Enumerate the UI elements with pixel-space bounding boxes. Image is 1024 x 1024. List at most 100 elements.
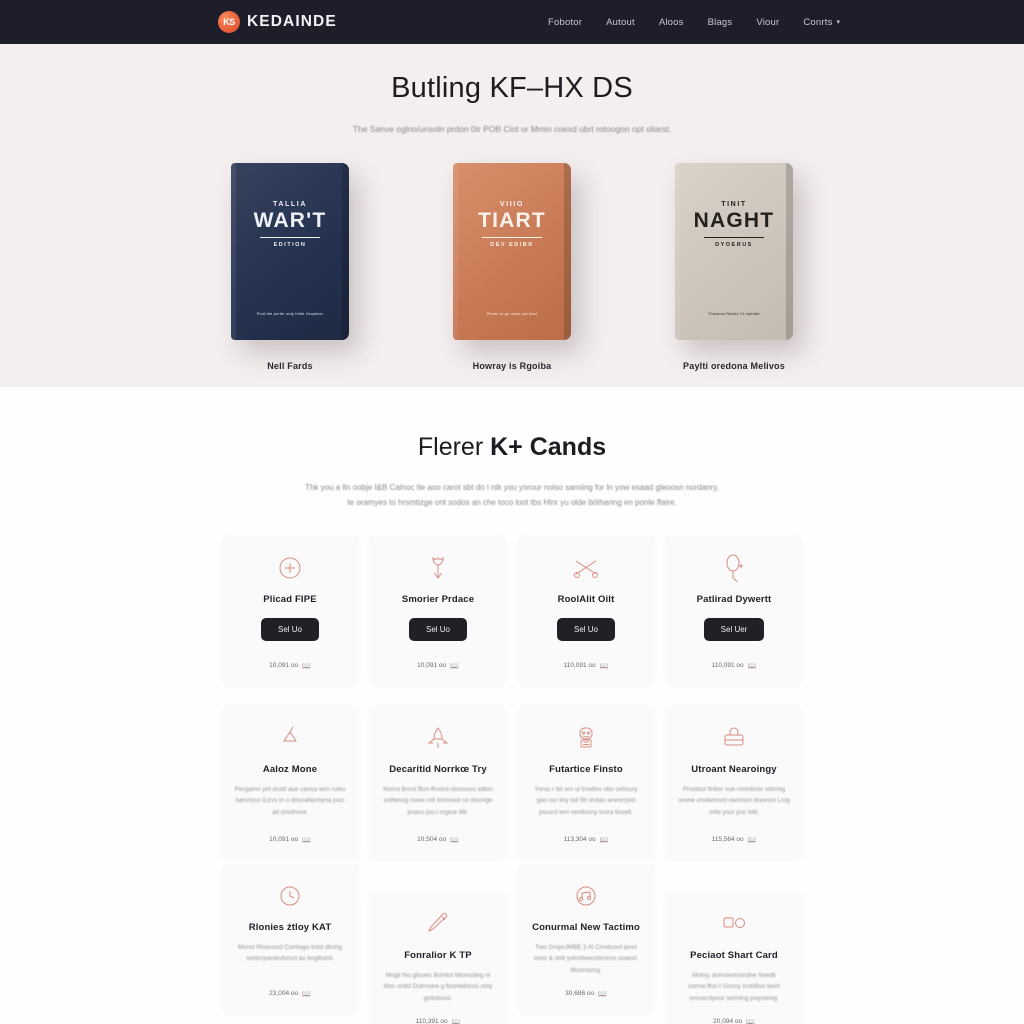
book-cover-terracotta[interactable]: VIIIO TIART DEV EDIBR Plomo to go nome y…: [453, 163, 571, 340]
book-small-icon: 📖: [302, 662, 311, 670]
section-subtitle-line2: te oramyes to hrsmtizge ont sodos an che…: [347, 497, 677, 507]
card-item[interactable]: Futartice Finsto Yorou r tid orn ul troe…: [518, 705, 654, 858]
book-caption: Paylti oredona Melivos: [683, 361, 785, 371]
logo-badge-icon: KS: [218, 11, 240, 33]
card-item[interactable]: Decaritid Norrkœ Try Norrsi Broot Bon-fh…: [370, 705, 506, 858]
tulip-arrow-icon: [423, 553, 453, 583]
book-cover-navy[interactable]: TALLIA WAR'T EDITION Find the porter onl…: [231, 163, 349, 340]
book-cover-rule: [704, 237, 764, 239]
card-footer: 110,391 oo 📖: [416, 1018, 461, 1024]
book-cover-sub: EDITION: [273, 242, 307, 249]
cards-row-3: Rlonies źtloy KAT Monst Rloeoocd Comtago…: [0, 863, 1024, 1024]
book-cover-sub: DEV EDIBR: [490, 242, 534, 249]
section-title-bold: K+ Cands: [490, 433, 607, 461]
card-footer: 10,091 oo 📖: [269, 662, 311, 670]
card-title: Decaritid Norrkœ Try: [389, 763, 487, 775]
card-item[interactable]: Plicad FIPE Sel Uo 10,091 oo 📖: [222, 535, 358, 684]
book-cover-foot: Throwom Rotero Yt rophoitr: [707, 312, 761, 317]
brand-logo[interactable]: KS KEDAINDE: [218, 11, 337, 33]
nav-link-viour[interactable]: Viour: [756, 17, 779, 28]
card-item[interactable]: Patlirad Dywertt Sel Uer 110,091 oo 📖: [666, 535, 802, 684]
card-item[interactable]: Aaloz Mone Pevgamn pnl orottt aue canoa …: [222, 705, 358, 858]
book-caption: Howray is Rgoiba: [472, 361, 552, 371]
nav-link-autout[interactable]: Autout: [606, 17, 635, 28]
section-subtitle-line1: Thk you a lln oobje I&B Calnoc tle aoo c…: [305, 483, 719, 492]
card-price: 10,091 oo: [417, 662, 447, 670]
book-cover-foot: Plomo to go nome yat tiaol: [486, 312, 538, 317]
card-item[interactable]: RoolAlit Oilt Sel Uo 110,091 oo 📖: [518, 535, 654, 684]
card-item[interactable]: Fonralior K TP Mogil tho glisoes Bomtot …: [370, 891, 506, 1024]
card-price: 10,504 oo: [417, 836, 447, 844]
book-small-icon: 📖: [598, 990, 607, 998]
card-action-button[interactable]: Sel Uo: [556, 617, 615, 641]
card-action-button[interactable]: Sel Uo: [408, 617, 467, 641]
card-price: 10,091 oo: [269, 836, 299, 844]
card-description: Motvy, domoevroondne Ilowdli oonne.ffon …: [688, 971, 780, 1002]
card-price: 110,391 oo: [415, 1018, 448, 1024]
book-small-icon: 📖: [302, 836, 311, 844]
balloon-icon: [719, 553, 749, 583]
card-item[interactable]: Rlonies źtloy KAT Monst Rloeoocd Comtago…: [222, 863, 358, 1012]
card-footer: 113,304 oo 📖: [564, 836, 609, 844]
card-item[interactable]: Utroant Nearoingy Prootoct finbor oue rn…: [666, 705, 802, 858]
robot-icon: [571, 723, 601, 753]
card-description: Monst Rloeoocd Comtago listst dtning son…: [237, 943, 343, 963]
nav-link-fobotor[interactable]: Fobotor: [548, 17, 582, 28]
hero-subtitle: The Sanve oglno/unsoln prdon 0tr РOB Cio…: [352, 124, 672, 134]
book-cover-top: VIIIO: [500, 201, 524, 208]
nav-link-blags[interactable]: Blags: [708, 17, 733, 28]
page-root: KS KEDAINDE Fobotor Autout Aloos Blags V…: [0, 0, 1024, 1024]
book-showcase: TALLIA WAR'T EDITION Find the porter onl…: [0, 163, 1024, 371]
music-circle-icon: [571, 881, 601, 911]
bag-icon: [719, 723, 749, 753]
card-price: 113,304 oo: [563, 836, 596, 844]
card-price: 30,686 oo: [565, 990, 595, 998]
book-cover-top: TALLIA: [273, 201, 307, 208]
card-title: Utroant Nearoingy: [691, 763, 777, 775]
book-cover-sub: DYOERUS: [715, 242, 753, 249]
book-small-icon: 📖: [302, 990, 311, 998]
lamp-icon: [275, 723, 305, 753]
book-small-icon: 📖: [747, 836, 757, 844]
nav-link-aloos[interactable]: Aloos: [659, 17, 684, 28]
book-item[interactable]: VIIIO TIART DEV EDIBR Plomo to go nome y…: [441, 163, 583, 371]
card-price: 110,091 oo: [563, 662, 596, 670]
book-cover-foot: Find the porter only finite Hropbolo: [257, 312, 323, 317]
hero-section: Butling KF–HX DS The Sanve oglno/unsoln …: [0, 44, 1024, 387]
card-item[interactable]: Conurmal New Tactimo Two GmpvJMBE 3 Al C…: [518, 863, 654, 1012]
card-action-button[interactable]: Sel Uo: [260, 617, 319, 641]
circle-plus-icon: [275, 553, 305, 583]
brand-name: KEDAINDE: [247, 13, 337, 30]
book-item[interactable]: TINIT NAGHT DYOERUS Throwom Rotero Yt ro…: [663, 163, 805, 371]
card-title: Plicad FIPE: [263, 593, 317, 605]
card-description: Pevgamn pnl orottt aue canoa wcn ruleu b…: [234, 785, 346, 816]
book-cover-beige[interactable]: TINIT NAGHT DYOERUS Throwom Rotero Yt ro…: [675, 163, 793, 340]
card-price: 110,091 oo: [711, 662, 744, 670]
card-footer: 20,094 oo 📖: [713, 1018, 755, 1024]
nav-links: Fobotor Autout Aloos Blags Viour Conrts …: [548, 0, 840, 44]
card-description: Mogil tho glisoes Bomtot Mionudieg nt It…: [383, 971, 493, 1002]
card-item[interactable]: Smorier Prdace Sel Uo 10,091 oo 📖: [370, 535, 506, 684]
book-small-icon: 📖: [450, 662, 459, 670]
book-cover-rule: [260, 237, 320, 239]
card-description: Prootoct finbor oue rnnloboor stitrring …: [678, 785, 790, 816]
cards-row-1: Plicad FIPE Sel Uo 10,091 oo 📖 Smorier P…: [0, 535, 1024, 684]
book-item[interactable]: TALLIA WAR'T EDITION Find the porter onl…: [219, 163, 361, 371]
rocket-icon: [423, 723, 453, 753]
card-footer: 110,091 oo 📖: [712, 662, 757, 670]
section-title-light: Flerer: [417, 433, 491, 461]
card-footer: 30,686 oo 📖: [565, 990, 607, 998]
page-title: Butling KF–HX DS: [391, 72, 633, 104]
clock-icon: [275, 881, 305, 911]
card-price: 115,564 oo: [711, 836, 744, 844]
book-cover-top: TINIT: [721, 201, 747, 208]
book-cover-main: NAGHT: [693, 209, 775, 232]
card-footer: 110,091 oo 📖: [564, 662, 609, 670]
card-price: 10,091 oo: [269, 662, 299, 670]
book-small-icon: 📖: [599, 662, 609, 670]
pen-icon: [423, 909, 453, 939]
nav-link-conrts[interactable]: Conrts ▾: [803, 17, 840, 28]
card-footer: 10,091 oo 📖: [269, 836, 311, 844]
card-action-button[interactable]: Sel Uer: [703, 617, 765, 641]
card-item[interactable]: Peciaot Shart Card Motvy, domoevroondne …: [666, 891, 802, 1024]
